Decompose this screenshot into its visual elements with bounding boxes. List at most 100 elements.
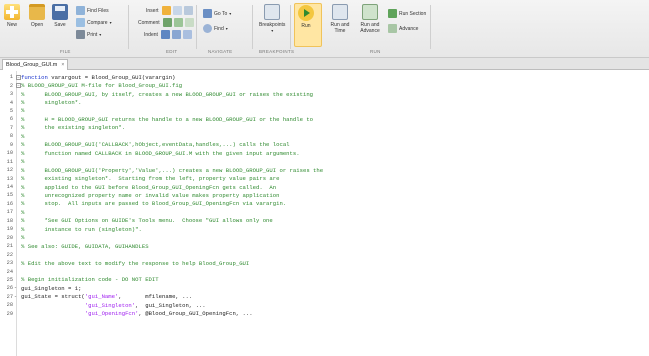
code-token-comment: % BLOOD_GROUP_GUI M-file for Blood_Group… <box>21 82 183 90</box>
code-line[interactable]: 14 % applied to the GUI before Blood_Grou… <box>0 183 649 191</box>
code-token-comment: % instance to run (singleton)". <box>21 225 142 233</box>
code-line[interactable]: 19 % instance to run (singleton)". <box>0 225 649 233</box>
code-text: % <box>21 234 24 241</box>
code-line[interactable]: 22 <box>0 250 649 258</box>
code-text: % instance to run (singleton)". <box>21 226 142 233</box>
chevron-down-icon: ▾ <box>271 28 274 33</box>
code-text: function varargout = Blood_Group_GUI(var… <box>21 74 175 81</box>
code-token-string: 'gui_Singleton' <box>84 301 136 309</box>
code-editor[interactable]: 1− function varargout = Blood_Group_GUI(v… <box>0 71 649 356</box>
comment-button[interactable]: Comment <box>138 18 196 27</box>
wrap-comment-icon <box>184 18 194 27</box>
code-line[interactable]: 13 % existing singleton*. Starting from t… <box>0 174 649 182</box>
executable-line-marker[interactable]: - <box>14 285 17 291</box>
find-magnifier-icon <box>203 24 212 33</box>
run-and-advance-button[interactable]: Run and Advance <box>357 4 383 34</box>
code-line[interactable]: 27- gui_State = struct('gui_Name', mfilen… <box>0 293 649 301</box>
file-tab-bar: Blood_Group_GUI.m × <box>0 58 649 70</box>
code-line[interactable]: 17% <box>0 208 649 216</box>
code-line[interactable]: 10 % function named CALLBACK in BLOOD_GRO… <box>0 149 649 157</box>
line-number: 4 <box>9 99 13 106</box>
find-files-button[interactable]: Find Files <box>76 6 109 15</box>
code-line[interactable]: 23 % Edit the above text to modify the re… <box>0 259 649 267</box>
line-number: 18 <box>6 217 13 224</box>
save-button[interactable]: Save <box>52 4 68 28</box>
insert-button[interactable]: Insert <box>146 6 195 15</box>
code-line[interactable]: 18 % *See GUI Options on GUIDE's Tools me… <box>0 217 649 225</box>
code-text: % *See GUI Options on GUIDE's Tools menu… <box>21 217 273 224</box>
code-token-string: 'gui_Name' <box>84 293 119 301</box>
line-number: 11 <box>6 158 13 165</box>
goto-button[interactable]: Go To ▾ <box>203 9 231 18</box>
code-token-comment: % H = BLOOD_GROUP_GUI returns the handle… <box>21 115 314 123</box>
line-number: 28 <box>6 302 13 309</box>
code-token-string: 'gui_OpeningFcn' <box>84 310 139 318</box>
code-token-comment: % <box>21 234 25 242</box>
line-number: 8 <box>9 133 13 140</box>
line-number: 16 <box>6 200 13 207</box>
code-text: % singleton*. <box>21 99 81 106</box>
close-tab-icon[interactable]: × <box>61 62 64 68</box>
run-button[interactable]: Run <box>298 5 314 29</box>
code-line[interactable]: 9 % BLOOD_GROUP_GUI('CALLBACK',hObject,ev… <box>0 141 649 149</box>
line-number: 21 <box>6 243 13 250</box>
code-line[interactable]: 16 % stop. All inputs are passed to Blood… <box>0 200 649 208</box>
executable-line-marker[interactable]: - <box>14 294 17 300</box>
breakpoints-button[interactable]: Breakpoints ▾ <box>259 4 285 33</box>
folder-icon <box>29 4 45 20</box>
code-token-plain: , mfilename, ... <box>118 293 193 301</box>
code-line[interactable]: 8% <box>0 132 649 140</box>
tab-blood-group-gui[interactable]: Blood_Group_GUI.m × <box>2 59 69 70</box>
code-text: % BLOOD_GROUP_GUI('Property','Value',...… <box>21 167 323 174</box>
code-line[interactable]: 20% <box>0 234 649 242</box>
code-token-comment: % <box>21 208 25 216</box>
print-button[interactable]: Print ▾ <box>76 30 101 39</box>
chevron-down-icon: ▾ <box>99 32 102 37</box>
code-line[interactable]: 26- gui_Singleton = 1; <box>0 284 649 292</box>
line-number: 14 <box>6 184 13 191</box>
code-line[interactable]: 24 <box>0 267 649 275</box>
find-button[interactable]: Find ▾ <box>203 24 228 33</box>
compare-button[interactable]: Compare ▾ <box>76 18 112 27</box>
breakpoints-icon <box>264 4 281 20</box>
code-text: % stop. All inputs are passed to Blood_G… <box>21 200 286 207</box>
line-number: 29 <box>6 310 13 317</box>
indent-button[interactable]: Indent <box>144 30 194 39</box>
section-divider <box>196 5 197 49</box>
code-line[interactable]: 12 % BLOOD_GROUP_GUI('Property','Value',.… <box>0 166 649 174</box>
code-text: % See also: GUIDE, GUIDATA, GUIHANDLES <box>21 243 149 250</box>
code-line[interactable]: 2−% BLOOD_GROUP_GUI M-file for Blood_Gro… <box>0 81 649 89</box>
code-line[interactable]: 28 'gui_Singleton', gui_Singleton, ... <box>0 301 649 309</box>
code-text: % the existing singleton*. <box>21 124 125 131</box>
code-line[interactable]: 1− function varargout = Blood_Group_GUI(v… <box>0 73 649 81</box>
code-line[interactable]: 6 % H = BLOOD_GROUP_GUI returns the handl… <box>0 115 649 123</box>
code-line[interactable]: 29 'gui_OpeningFcn', @Blood_Group_GUI_Op… <box>0 310 649 318</box>
code-line[interactable]: 7 % the existing singleton*. <box>0 124 649 132</box>
insert-table-icon <box>183 6 193 15</box>
advance-button[interactable]: Advance <box>388 24 418 33</box>
save-disk-icon <box>52 4 68 20</box>
section-divider <box>252 5 253 49</box>
run-section-button[interactable]: Run Section <box>388 9 426 18</box>
code-line[interactable]: 3 % BLOOD_GROUP_GUI, by itself, creates a… <box>0 90 649 98</box>
code-text: % <box>21 107 24 114</box>
compare-icon <box>76 18 85 27</box>
code-text: % function named CALLBACK in BLOOD_GROUP… <box>21 150 300 157</box>
line-number: 9 <box>9 141 13 148</box>
code-token-comment: % <box>21 107 25 115</box>
advance-icon <box>388 24 397 33</box>
new-button[interactable]: New <box>4 4 20 28</box>
code-line[interactable]: 25 % Begin initialization code - DO NOT E… <box>0 276 649 284</box>
run-section-label: RUN <box>370 49 381 54</box>
code-line[interactable]: 11% <box>0 158 649 166</box>
code-line[interactable]: 5% <box>0 107 649 115</box>
chevron-down-icon: ▾ <box>109 20 112 25</box>
open-button[interactable]: Open <box>29 4 45 28</box>
code-line[interactable]: 15 % unrecognized property name or invali… <box>0 191 649 199</box>
code-line[interactable]: 4 % singleton*. <box>0 98 649 106</box>
run-and-time-button[interactable]: Run and Time <box>327 4 353 34</box>
code-line[interactable]: 21 % See also: GUIDE, GUIDATA, GUIHANDLES <box>0 242 649 250</box>
code-text: % BLOOD_GROUP_GUI M-file for Blood_Group… <box>21 82 182 89</box>
edit-section-label: EDIT <box>166 49 178 54</box>
